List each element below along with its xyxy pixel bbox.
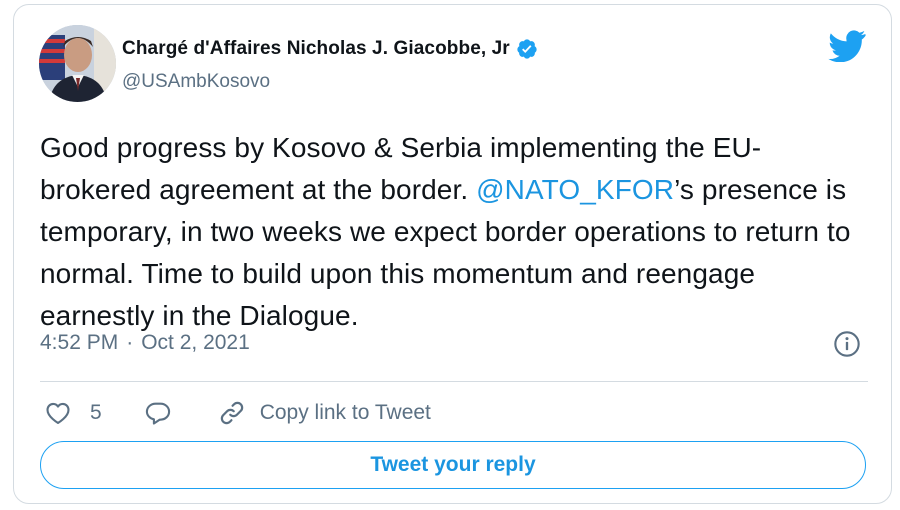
verified-badge-icon (517, 39, 537, 59)
tweet-timestamp[interactable]: 4:52 PM · Oct 2, 2021 (40, 331, 250, 355)
tweet-actions: 5 Copy link to Tweet (44, 397, 431, 429)
like-button[interactable]: 5 (44, 399, 102, 427)
reply-action-button[interactable] (144, 399, 172, 427)
tweet-time: 4:52 PM (40, 331, 119, 354)
author-name-row: Chargé d'Affaires Nicholas J. Giacobbe, … (122, 38, 538, 60)
link-icon (220, 401, 243, 425)
tweet-card: Chargé d'Affaires Nicholas J. Giacobbe, … (13, 4, 892, 504)
copy-link-button[interactable]: Copy link to Tweet (218, 399, 431, 427)
twitter-bird-icon[interactable] (828, 30, 866, 62)
comment-icon (145, 402, 170, 425)
divider (40, 381, 868, 382)
like-count: 5 (90, 401, 102, 424)
author-handle[interactable]: @USAmbKosovo (122, 71, 270, 93)
heart-icon (46, 402, 70, 424)
tweet-text: Good progress by Kosovo & Serbia impleme… (40, 127, 870, 337)
mention-link[interactable]: @NATO_KFOR (476, 174, 674, 205)
copy-link-label: Copy link to Tweet (259, 401, 431, 424)
avatar[interactable] (39, 25, 116, 102)
meta-separator: · (126, 331, 134, 354)
tweet-date: Oct 2, 2021 (141, 331, 250, 354)
info-icon[interactable] (833, 330, 861, 358)
tweet-your-reply-button[interactable]: Tweet your reply (40, 441, 866, 489)
author-display-name[interactable]: Chargé d'Affaires Nicholas J. Giacobbe, … (122, 38, 510, 60)
